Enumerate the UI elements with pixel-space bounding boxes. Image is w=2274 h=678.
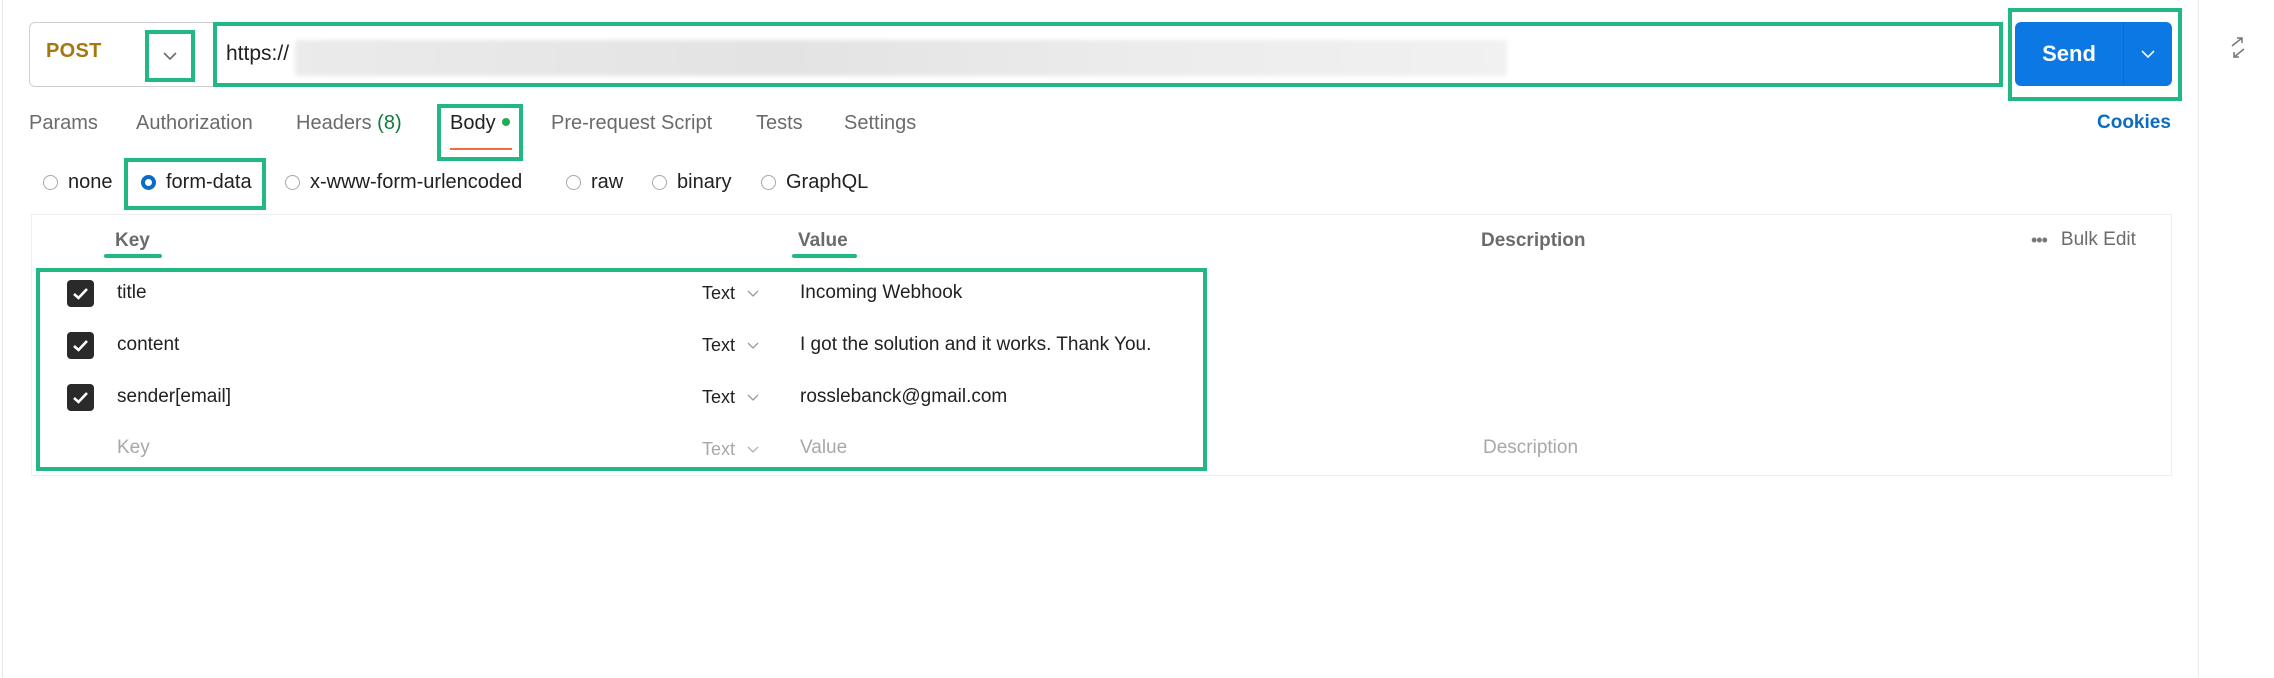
- tab-pre-request-script[interactable]: Pre-request Script: [551, 112, 712, 135]
- radio-circle[interactable]: [652, 175, 667, 190]
- chevron-down-icon: [747, 446, 759, 453]
- radio-circle[interactable]: [761, 175, 776, 190]
- new-value-input[interactable]: Value: [800, 437, 847, 459]
- radio-label: none: [68, 171, 113, 193]
- tab-body[interactable]: Body: [450, 112, 510, 135]
- column-header-value: Value: [798, 230, 848, 251]
- tab-params[interactable]: Params: [29, 112, 98, 135]
- row-value[interactable]: rosslebanck@gmail.com: [800, 386, 1007, 408]
- new-description-input[interactable]: Description: [1483, 437, 1578, 459]
- url-text[interactable]: https://: [226, 42, 289, 66]
- row-type-label: Text: [702, 335, 736, 355]
- row-type-label: Text: [702, 283, 736, 303]
- radio-circle[interactable]: [285, 175, 300, 190]
- radio-circle[interactable]: [43, 175, 58, 190]
- radio-circle-selected[interactable]: [141, 175, 156, 190]
- column-header-key: Key: [115, 230, 150, 251]
- tab-body-label: Body: [450, 112, 496, 134]
- more-options-icon[interactable]: •••: [2031, 230, 2048, 251]
- tab-headers-label: Headers: [296, 112, 372, 134]
- row-value[interactable]: I got the solution and it works. Thank Y…: [800, 334, 1151, 356]
- active-tab-indicator: [450, 148, 512, 150]
- radio-raw[interactable]: raw: [566, 171, 623, 194]
- row-key[interactable]: title: [117, 282, 147, 304]
- send-label[interactable]: Send: [2015, 22, 2123, 86]
- checkmark-icon: [73, 392, 88, 404]
- chevron-down-icon: [747, 394, 759, 401]
- radio-label: GraphQL: [786, 171, 869, 193]
- tab-headers[interactable]: Headers (8): [296, 112, 402, 135]
- method-dropdown-button[interactable]: [145, 30, 195, 82]
- radio-label: binary: [677, 171, 732, 193]
- url-redacted-region: [295, 40, 1507, 76]
- radio-form-data[interactable]: form-data: [141, 171, 252, 194]
- column-header-description: Description: [1481, 230, 1586, 251]
- cookies-link[interactable]: Cookies: [2097, 112, 2171, 134]
- left-border: [2, 0, 3, 678]
- row-type-select[interactable]: Text: [702, 283, 759, 304]
- highlight-key-underline: [104, 254, 162, 258]
- row-type-label: Text: [702, 439, 736, 459]
- radio-label: x-www-form-urlencoded: [310, 171, 523, 193]
- tab-settings[interactable]: Settings: [844, 112, 916, 135]
- tab-tests[interactable]: Tests: [756, 112, 803, 135]
- highlight-value-underline: [792, 254, 857, 258]
- radio-label: raw: [591, 171, 624, 193]
- radio-graphql[interactable]: GraphQL: [761, 171, 868, 194]
- panel-divider: [2198, 0, 2199, 678]
- row-value[interactable]: Incoming Webhook: [800, 282, 962, 304]
- chevron-down-icon: [747, 290, 759, 297]
- checkmark-icon: [73, 340, 88, 352]
- chevron-down-icon: [747, 342, 759, 349]
- row-type-select[interactable]: Text: [702, 335, 759, 356]
- table-actions: ••• Bulk Edit: [2031, 229, 2136, 251]
- send-button[interactable]: Send: [2015, 22, 2172, 86]
- collapse-expand-icon[interactable]: [2228, 36, 2248, 60]
- new-key-input[interactable]: Key: [117, 437, 150, 459]
- send-options-button[interactable]: [2124, 22, 2172, 86]
- headers-count: (8): [377, 112, 402, 134]
- row-key[interactable]: sender[email]: [117, 386, 231, 408]
- row-type-select[interactable]: Text: [702, 387, 759, 408]
- checkmark-icon: [73, 288, 88, 300]
- radio-binary[interactable]: binary: [652, 171, 731, 194]
- body-content-dot: [501, 117, 510, 126]
- radio-circle[interactable]: [566, 175, 581, 190]
- row-checkbox[interactable]: [67, 280, 94, 307]
- chevron-down-icon: [163, 51, 177, 60]
- radio-none[interactable]: none: [43, 171, 113, 194]
- row-checkbox[interactable]: [67, 332, 94, 359]
- row-type-label: Text: [702, 387, 736, 407]
- chevron-down-icon: [2141, 49, 2155, 58]
- method-label[interactable]: POST: [46, 40, 102, 63]
- radio-label: form-data: [166, 171, 252, 193]
- tab-authorization[interactable]: Authorization: [136, 112, 253, 135]
- bulk-edit-button[interactable]: Bulk Edit: [2061, 229, 2136, 251]
- radio-x-www-form-urlencoded[interactable]: x-www-form-urlencoded: [285, 171, 522, 194]
- new-row-type-select[interactable]: Text: [702, 439, 759, 460]
- row-key[interactable]: content: [117, 334, 179, 356]
- row-checkbox[interactable]: [67, 384, 94, 411]
